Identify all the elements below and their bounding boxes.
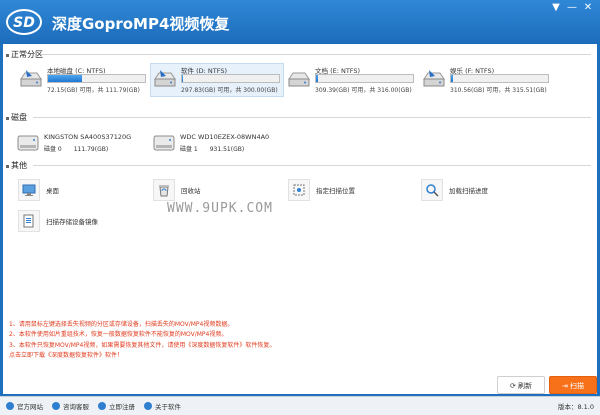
- other-disk-image[interactable]: 扫描存储设备镜像: [18, 210, 158, 232]
- usage-bar: [181, 74, 280, 83]
- note-line: 1、请用鼠标左键选择丢失视频的分区或存储设备，扫描丢失的MOV/MP4视频数据。: [9, 321, 234, 328]
- section-marker: [6, 54, 9, 57]
- drive-capacity: 310.56(GB) 可用，共 315.51(GB): [450, 87, 547, 94]
- title-bar: SD 深度GoproMP4视频恢复 ▼ — ✕: [0, 0, 600, 44]
- disk-info: 磁盘 0 111.79(GB): [44, 144, 120, 153]
- drive-capacity: 297.83(GB) 可用，共 300.00(GB): [181, 87, 278, 94]
- minimize-button[interactable]: —: [564, 2, 580, 14]
- other-label: 指定扫描位置: [316, 187, 355, 195]
- other-target-location[interactable]: 指定扫描位置: [288, 179, 408, 201]
- drive-f[interactable]: 娱乐 (F: NTFS) 310.56(GB) 可用，共 315.51(GB): [420, 64, 552, 96]
- refresh-button[interactable]: ⟳ 刷新: [497, 376, 545, 394]
- disk-1[interactable]: WDC WD10EZEX-08WN4A0 磁盘 1 931.51(GB): [153, 131, 353, 157]
- disk-index: 磁盘 1: [180, 146, 198, 153]
- download-link[interactable]: 点击立即下载《深度数据恢复软件》软件！: [9, 351, 275, 361]
- close-button[interactable]: ✕: [580, 2, 596, 14]
- recycle-bin-icon: [159, 185, 169, 197]
- disk-name: KINGSTON SA400S37120G: [44, 133, 132, 141]
- usage-bar: [450, 74, 549, 83]
- drive-icon: [423, 70, 445, 87]
- load-progress-icon: [426, 184, 439, 197]
- drive-capacity: 72.15(GB) 可用，共 111.79(GB): [47, 87, 140, 94]
- usage-bar: [315, 74, 414, 83]
- section-divider: [41, 54, 591, 55]
- section-title-disks: 磁盘: [11, 113, 27, 122]
- usage-fill: [182, 75, 183, 82]
- other-recycle-bin[interactable]: 回收站: [153, 179, 273, 201]
- website-link[interactable]: 官方网站: [6, 401, 43, 411]
- register-link[interactable]: 立即注册: [98, 401, 135, 411]
- hard-disk-icon: [17, 135, 39, 151]
- register-icon: [98, 402, 106, 410]
- drive-c[interactable]: 本地磁盘 (C: NTFS) 72.15(GB) 可用，共 111.79(GB): [17, 64, 149, 96]
- section-title-partitions: 正常分区: [11, 50, 43, 59]
- hard-disk-icon: [153, 135, 175, 151]
- other-label: 加载扫描进度: [449, 187, 488, 195]
- version-label: 版本：8.1.0: [557, 403, 594, 411]
- about-link[interactable]: 关于软件: [144, 401, 181, 411]
- drive-d[interactable]: 软件 (D: NTFS) 297.83(GB) 可用，共 300.00(GB): [150, 63, 284, 97]
- disk-image-icon: [23, 214, 34, 228]
- section-divider: [33, 165, 591, 166]
- other-label: 扫描存储设备镜像: [46, 218, 98, 226]
- notes-panel: 1、请用鼠标左键选择丢失视频的分区或存储设备，扫描丢失的MOV/MP4视频数据。…: [9, 320, 275, 362]
- target-location-icon: [293, 184, 305, 196]
- app-title: 深度GoproMP4视频恢复: [52, 15, 230, 33]
- drive-e[interactable]: 文档 (E: NTFS) 309.39(GB) 可用，共 316.00(GB): [285, 64, 417, 96]
- watermark-text: WWW.9UPK.COM: [167, 201, 273, 216]
- section-marker: [6, 165, 9, 168]
- disk-info: 磁盘 1 931.51(GB): [180, 144, 256, 153]
- usage-bar: [47, 74, 146, 83]
- desktop-icon: [22, 184, 36, 196]
- main-panel: 正常分区 本地磁盘 (C: NTFS) 72.15(GB) 可用，共 111.7…: [3, 44, 597, 394]
- refresh-icon: ⟳: [509, 382, 519, 390]
- chat-icon: [52, 402, 60, 410]
- info-icon: [144, 402, 152, 410]
- section-divider: [33, 117, 591, 118]
- menu-dropdown-button[interactable]: ▼: [548, 2, 564, 14]
- section-title-others: 其他: [11, 161, 27, 170]
- note-line: 2、本软件使用如片重组技术，恢复一般数据恢复软件不能恢复的MOV/MP4视频。: [9, 331, 228, 339]
- disk-index: 磁盘 0: [44, 146, 62, 153]
- drive-icon: [20, 70, 42, 87]
- other-label: 桌面: [46, 187, 59, 195]
- other-label: 回收站: [181, 187, 201, 195]
- support-link[interactable]: 咨询客服: [52, 401, 89, 411]
- other-load-progress[interactable]: 加载扫描进度: [421, 179, 541, 201]
- svg-text:SD: SD: [13, 15, 35, 31]
- section-marker: [6, 117, 9, 120]
- usage-fill: [48, 75, 82, 82]
- home-icon: [6, 402, 14, 410]
- drive-icon: [288, 72, 310, 87]
- scan-icon: ⇥: [561, 382, 571, 390]
- other-desktop[interactable]: 桌面: [18, 179, 138, 201]
- drive-icon: [154, 70, 176, 87]
- drive-capacity: 309.39(GB) 可用，共 316.00(GB): [315, 87, 412, 94]
- status-bar: 官方网站 咨询客服 立即注册 关于软件 版本：8.1.0: [0, 396, 600, 415]
- disk-name: WDC WD10EZEX-08WN4A0: [180, 133, 270, 141]
- app-logo: SD: [6, 9, 42, 35]
- usage-fill: [451, 75, 453, 82]
- disk-size: 111.79(GB): [73, 146, 109, 153]
- scan-button[interactable]: ⇥ 扫描: [549, 376, 597, 394]
- note-line: 3、本软件只恢复MOV/MP4视频，如果需要恢复其他文件，请使用《深度数据恢复软…: [9, 341, 276, 349]
- disk-size: 931.51(GB): [209, 146, 245, 153]
- usage-fill: [316, 75, 318, 82]
